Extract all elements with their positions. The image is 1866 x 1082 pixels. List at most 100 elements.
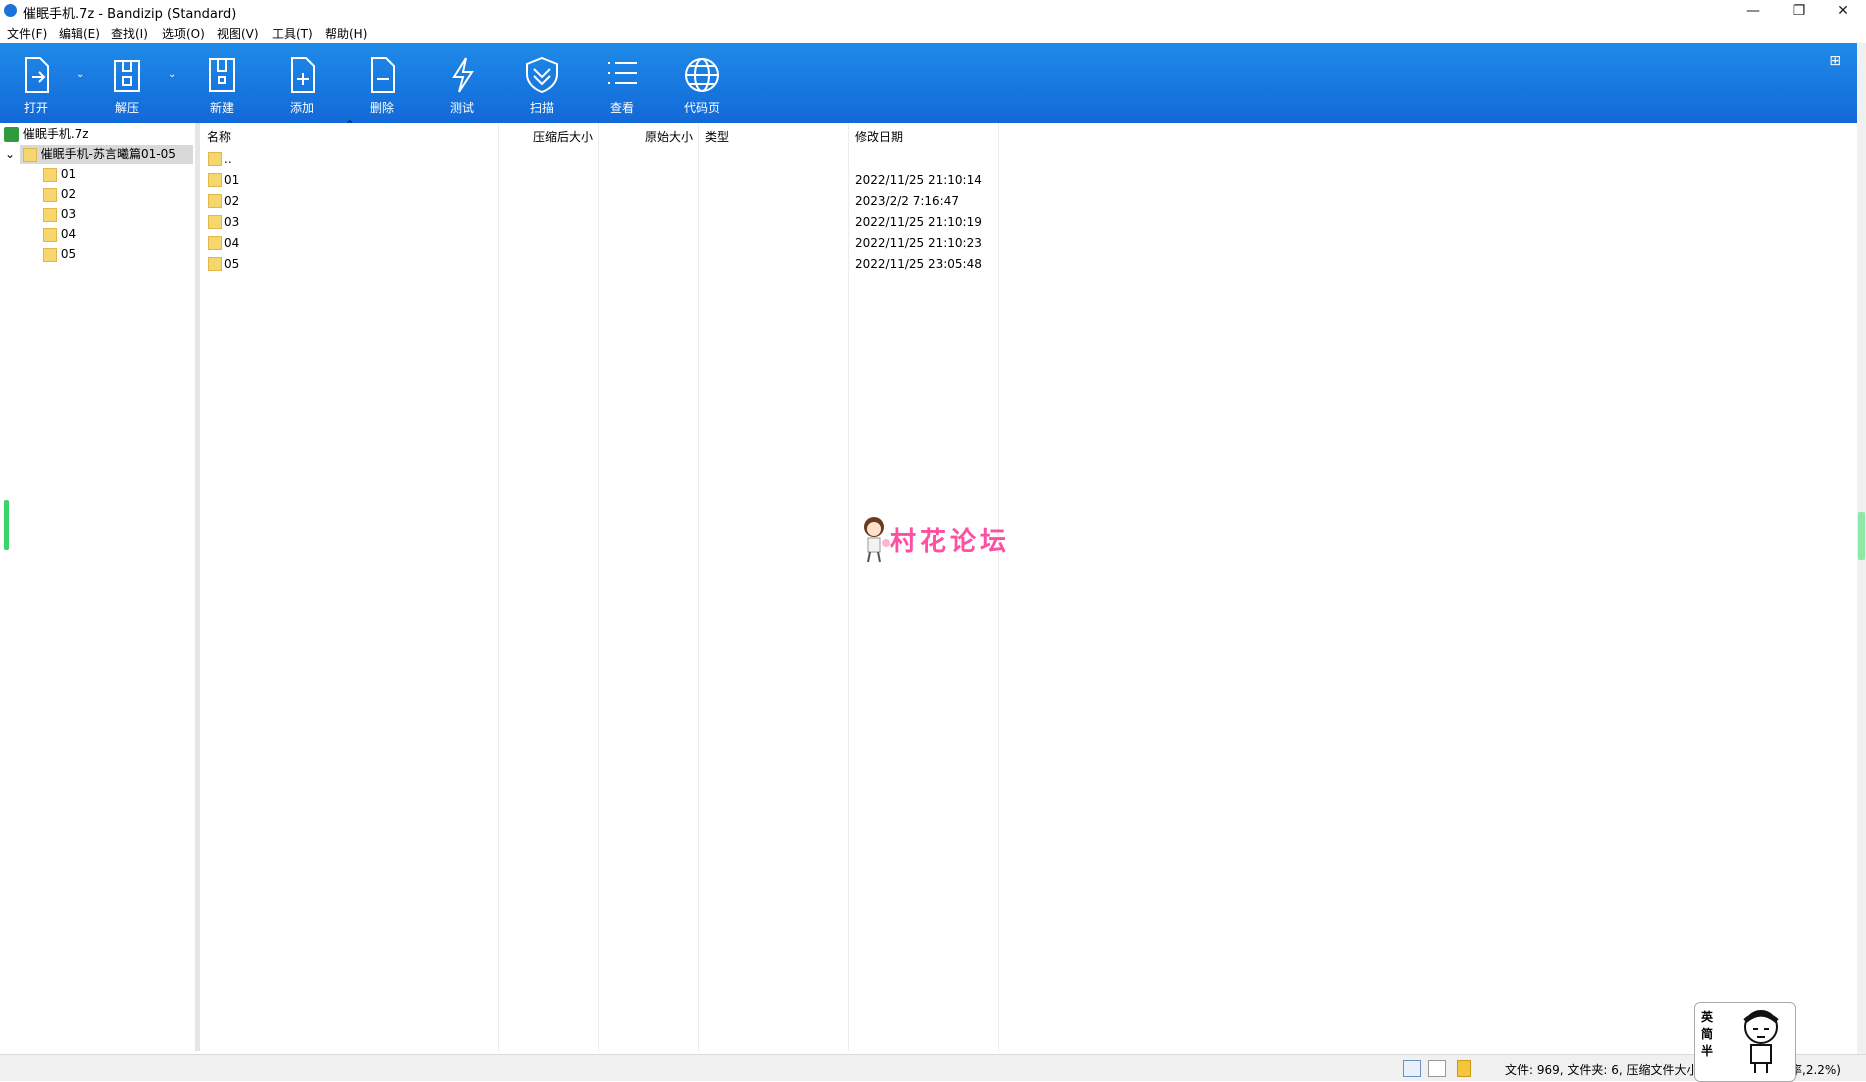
- lightning-icon: [452, 57, 474, 93]
- shield-icon: [526, 56, 558, 94]
- tree-root-label: 催眠手机.7z: [22, 127, 89, 141]
- tree-item-03[interactable]: 03: [43, 205, 76, 223]
- file-row[interactable]: 05 2022/11/25 23:05:48: [200, 254, 1000, 275]
- folder-icon: [208, 173, 222, 187]
- folder-tree: 催眠手机.7z ⌄ 催眠手机-苏言曦篇01-05 01 02 03 04 05: [0, 123, 195, 1051]
- menu-help[interactable]: 帮助(H): [325, 25, 367, 42]
- menu-tools[interactable]: 工具(T): [272, 25, 313, 42]
- tree-item-main[interactable]: ⌄ 催眠手机-苏言曦篇01-05: [5, 145, 176, 163]
- file-row[interactable]: 04 2022/11/25 21:10:23: [200, 233, 1000, 254]
- new-archive-icon: [209, 58, 235, 92]
- girl-cartoon-icon: [864, 517, 890, 563]
- watermark-logo: 村花论坛: [860, 515, 1020, 567]
- tree-item-main-label: 催眠手机-苏言曦篇01-05: [40, 147, 176, 161]
- codepage-label: 代码页: [683, 101, 720, 115]
- status-summary: 文件: 969, 文件夹: 6, 压缩文件大小:: [1505, 1063, 1703, 1077]
- ime-mascot-widget[interactable]: 英简半: [1694, 1002, 1796, 1082]
- close-button[interactable]: ✕: [1820, 0, 1866, 22]
- menu-edit[interactable]: 编辑(E): [59, 25, 100, 42]
- test-button[interactable]: 测试: [430, 43, 494, 123]
- file-row[interactable]: 02 2023/2/2 7:16:47: [200, 191, 1000, 212]
- folder-icon: [208, 152, 222, 166]
- folder-icon: [22, 147, 37, 162]
- tree-item-label: 04: [60, 227, 77, 241]
- tree-item-label: 03: [60, 207, 77, 221]
- tree-item-04[interactable]: 04: [43, 225, 76, 243]
- globe-icon: [685, 58, 719, 92]
- file-name: 03: [224, 215, 240, 229]
- codepage-button[interactable]: 代码页: [670, 43, 734, 123]
- watermark-text: 村花论坛: [890, 527, 1011, 557]
- list-view-icon: [608, 62, 637, 84]
- tree-item-05[interactable]: 05: [43, 245, 76, 263]
- folder-icon: [43, 247, 57, 262]
- scroll-indicator: [4, 500, 9, 550]
- view-button[interactable]: 查看: [590, 43, 654, 123]
- test-label: 测试: [449, 101, 474, 115]
- column-header-original-size[interactable]: 原始大小: [645, 128, 693, 145]
- open-button[interactable]: 打开: [4, 43, 68, 123]
- tree-item-02[interactable]: 02: [43, 185, 76, 203]
- add-file-icon: [291, 57, 315, 93]
- ime-mode-text: 英简半: [1701, 1010, 1714, 1058]
- info-panel-icon[interactable]: [1457, 1060, 1471, 1077]
- tree-item-01[interactable]: 01: [43, 165, 76, 183]
- file-row[interactable]: 01 2022/11/25 21:10:14: [200, 170, 1000, 191]
- title-bar: 催眠手机.7z - Bandizip (Standard) — ❐ ✕: [0, 0, 1866, 22]
- tree-item-label: 02: [60, 187, 77, 201]
- menu-view[interactable]: 视图(V): [217, 25, 259, 42]
- extract-dropdown-icon[interactable]: ⌄: [168, 69, 176, 80]
- toolbar: 打开 ⌄ 解压 ⌄ 新建 添加 删除 测试 扫描 查看 代码页 ⊞: [0, 43, 1857, 123]
- menu-find[interactable]: 查找(I): [111, 25, 148, 42]
- extract-button[interactable]: 解压: [95, 43, 159, 123]
- scan-label: 扫描: [529, 101, 554, 115]
- file-name: 05: [224, 257, 240, 271]
- cartoon-face-icon: [1743, 1010, 1779, 1073]
- status-ratio: 率,2.2%): [1790, 1063, 1841, 1077]
- delete-label: 删除: [369, 101, 394, 115]
- column-header-name[interactable]: 名称: [207, 128, 231, 145]
- file-name: 04: [224, 236, 240, 250]
- folder-icon: [43, 167, 57, 182]
- bandizip-app-icon: [4, 4, 17, 17]
- file-row-parent[interactable]: ..: [200, 149, 1000, 170]
- column-header-modified[interactable]: 修改日期: [855, 128, 903, 145]
- folder-icon: [208, 194, 222, 208]
- column-header-packed-size[interactable]: 压缩后大小: [533, 128, 593, 145]
- folder-icon: [208, 236, 222, 250]
- folder-icon: [208, 215, 222, 229]
- delete-file-icon: [371, 57, 395, 93]
- file-row[interactable]: 03 2022/11/25 21:10:19: [200, 212, 1000, 233]
- thumbnail-view-icon[interactable]: [1428, 1060, 1446, 1077]
- delete-button[interactable]: 删除: [350, 43, 414, 123]
- file-modified: 2022/11/25 21:10:19: [855, 215, 982, 229]
- open-icon: [25, 57, 49, 93]
- side-indicator: [1858, 512, 1865, 560]
- menu-options[interactable]: 选项(O): [162, 25, 205, 42]
- add-label: 添加: [289, 101, 314, 115]
- details-view-icon[interactable]: [1403, 1060, 1421, 1077]
- add-button[interactable]: 添加: [270, 43, 334, 123]
- open-dropdown-icon[interactable]: ⌄: [76, 69, 84, 80]
- extract-icon: [114, 60, 140, 92]
- menu-bar: 文件(F) 编辑(E) 查找(I) 选项(O) 视图(V) 工具(T) 帮助(H…: [0, 22, 1866, 42]
- layout-toggle-icon[interactable]: ⊞: [1829, 53, 1841, 69]
- column-header-type[interactable]: 类型: [705, 128, 729, 145]
- sort-ascending-icon: ^: [346, 120, 354, 130]
- file-name: ..: [224, 152, 232, 166]
- folder-icon: [43, 187, 57, 202]
- folder-icon: [43, 227, 57, 242]
- scan-button[interactable]: 扫描: [510, 43, 574, 123]
- status-bar: 文件: 969, 文件夹: 6, 压缩文件大小: 率,2.2%): [0, 1054, 1866, 1081]
- open-label: 打开: [23, 101, 48, 115]
- restore-button[interactable]: ❐: [1776, 0, 1822, 22]
- tree-root[interactable]: 催眠手机.7z: [4, 125, 89, 143]
- file-modified: 2022/11/25 23:05:48: [855, 257, 982, 271]
- folder-icon: [43, 207, 57, 222]
- expand-chevron-icon[interactable]: ⌄: [5, 145, 19, 163]
- tree-item-label: 01: [60, 167, 77, 181]
- minimize-button[interactable]: —: [1730, 0, 1776, 22]
- extract-label: 解压: [114, 101, 139, 115]
- new-button[interactable]: 新建: [190, 43, 254, 123]
- menu-file[interactable]: 文件(F): [7, 25, 47, 42]
